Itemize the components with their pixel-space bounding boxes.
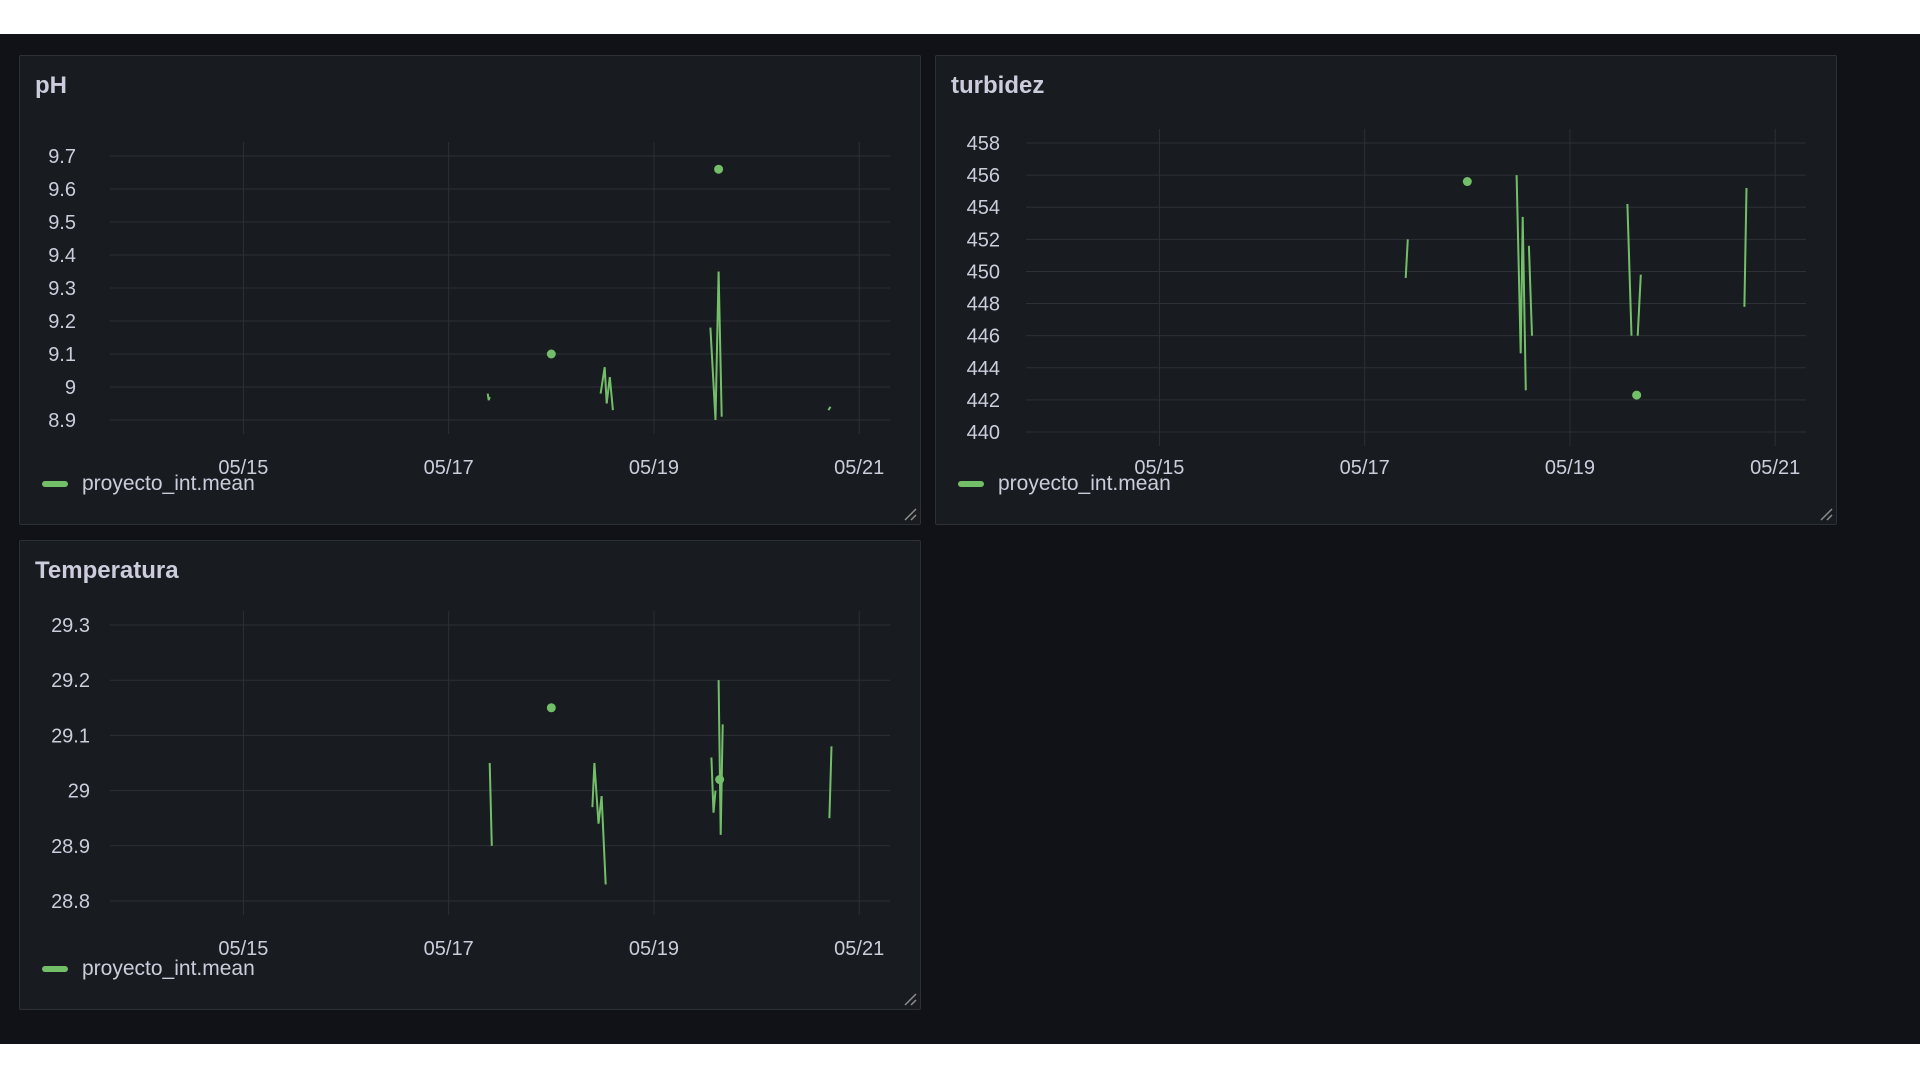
y-tick-label: 444 xyxy=(967,358,1000,380)
y-tick-label: 9 xyxy=(65,377,76,399)
legend-label: proyecto_int.mean xyxy=(998,472,1171,495)
legend-item[interactable]: proyecto_int.mean xyxy=(42,957,255,981)
y-tick-label: 452 xyxy=(967,229,1000,251)
turbidez-chart[interactable]: 44044244444644845045245445645805/15 05/17… xyxy=(936,56,1836,526)
series-line-segment xyxy=(486,393,491,401)
y-tick-label: 9.5 xyxy=(48,212,76,234)
y-tick-label: 458 xyxy=(967,133,1000,155)
y-tick-label: 450 xyxy=(967,261,1000,283)
series-line-segment xyxy=(591,762,607,885)
x-tick-label: 05/17 xyxy=(1340,457,1390,479)
resize-handle-icon[interactable] xyxy=(1817,505,1833,521)
data-point xyxy=(715,775,725,785)
legend-item[interactable]: proyecto_int.mean xyxy=(42,472,255,496)
temperatura-chart[interactable]: 28.828.92929.129.229.305/15 05/17 05/19 05/… xyxy=(20,541,920,1011)
x-tick-label: 05/21 xyxy=(1750,457,1800,479)
series-line-segment xyxy=(710,757,717,813)
y-tick-label: 9.6 xyxy=(48,179,76,201)
series-line-segment xyxy=(1527,245,1533,336)
resize-handle-icon[interactable] xyxy=(901,505,917,521)
y-tick-label: 9.3 xyxy=(48,278,76,300)
data-point xyxy=(546,703,556,713)
data-point xyxy=(1462,177,1472,187)
data-point xyxy=(714,164,724,174)
x-tick-label: 05/19 xyxy=(629,938,679,960)
resize-handle-icon[interactable] xyxy=(901,990,917,1006)
x-tick-label: 05/17 xyxy=(424,457,474,479)
dashboard: pH 8.9 9 9.1 9.2 9.3 9.4 9.5 9.6 9.7 05/15 05/17 05… xyxy=(0,34,1920,1044)
y-tick-label: 28.8 xyxy=(51,891,90,913)
series-line-segment xyxy=(1743,187,1748,307)
ph-chart[interactable]: 8.999.19.29.39.49.59.69.705/15 05/17 05/19… xyxy=(20,56,920,526)
y-tick-label: 442 xyxy=(967,390,1000,412)
y-tick-label: 29.3 xyxy=(51,615,90,637)
legend-swatch xyxy=(958,481,984,487)
x-tick-label: 05/21 xyxy=(834,457,884,479)
y-tick-label: 9.7 xyxy=(48,146,76,168)
legend-swatch xyxy=(42,481,68,487)
data-point xyxy=(546,349,556,359)
y-tick-label: 9.4 xyxy=(48,245,76,267)
y-tick-label: 29.2 xyxy=(51,670,90,692)
series-line-segment xyxy=(488,762,493,846)
x-tick-label: 05/19 xyxy=(1545,457,1595,479)
y-tick-label: 8.9 xyxy=(48,410,76,432)
y-tick-label: 29 xyxy=(68,781,90,803)
x-tick-label: 05/19 xyxy=(629,457,679,479)
series-line-segment xyxy=(828,746,833,819)
data-point xyxy=(1632,390,1642,400)
panel-ph[interactable]: pH 8.9 9 9.1 9.2 9.3 9.4 9.5 9.6 9.7 05/15 05/17 05… xyxy=(19,55,921,525)
x-tick-label: 05/17 xyxy=(424,938,474,960)
y-tick-label: 446 xyxy=(967,326,1000,348)
legend-label: proyecto_int.mean xyxy=(82,957,255,980)
legend-swatch xyxy=(42,966,68,972)
series-line-segment xyxy=(709,271,723,421)
series-line-segment xyxy=(1404,239,1409,278)
y-tick-label: 9.1 xyxy=(48,344,76,366)
y-tick-label: 29.1 xyxy=(51,725,90,747)
x-tick-label: 05/21 xyxy=(834,938,884,960)
legend-label: proyecto_int.mean xyxy=(82,472,255,495)
legend-item[interactable]: proyecto_int.mean xyxy=(958,472,1171,496)
y-tick-label: 448 xyxy=(967,294,1000,316)
y-tick-label: 440 xyxy=(967,422,1000,444)
panel-turbidez[interactable]: turbidez 440 442 444 446 448 450 452 454 456 458 0… xyxy=(935,55,1837,525)
y-tick-label: 454 xyxy=(967,197,1000,219)
panel-temperatura[interactable]: Temperatura 28.8 28.9 29 29.1 29.2 29.3 05/15 0… xyxy=(19,540,921,1010)
series-line-segment xyxy=(717,680,724,835)
y-tick-label: 9.2 xyxy=(48,311,76,333)
series-line-segment xyxy=(827,406,832,411)
series-line-segment xyxy=(1636,274,1642,336)
series-line-segment xyxy=(1626,203,1633,336)
y-tick-label: 28.9 xyxy=(51,836,90,858)
y-tick-label: 456 xyxy=(967,165,1000,187)
series-line-segment xyxy=(599,367,614,411)
